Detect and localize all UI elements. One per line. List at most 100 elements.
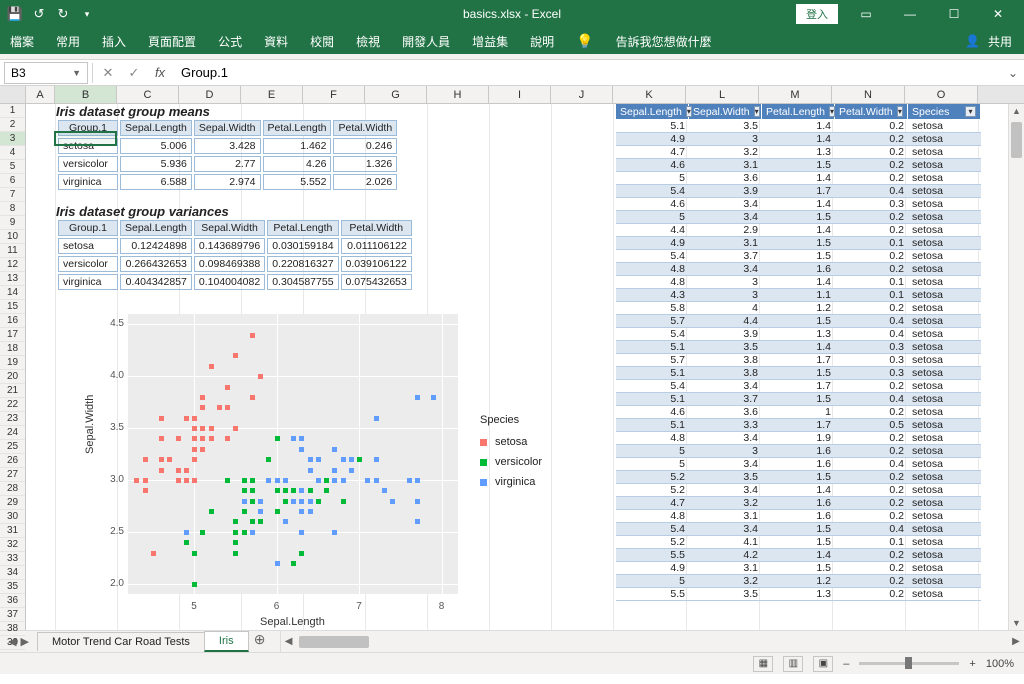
zoom-in-icon[interactable]: + [969, 658, 975, 670]
tab-developer[interactable]: 開發人員 [402, 33, 450, 50]
row-header[interactable]: 12 [0, 258, 25, 272]
row-header[interactable]: 19 [0, 356, 25, 370]
row-header[interactable]: 7 [0, 188, 25, 202]
row-header[interactable]: 8 [0, 202, 25, 216]
row-header[interactable]: 3 [0, 132, 25, 146]
scroll-up-icon[interactable]: ▲ [1009, 106, 1024, 116]
tab-page-layout[interactable]: 頁面配置 [148, 33, 196, 50]
scroll-left-icon[interactable]: ◀ [281, 636, 297, 647]
filter-header[interactable]: Sepal.Length▾ [616, 104, 689, 120]
worksheet[interactable]: ABCDEFGHIJKLMNO 123456789101112131415161… [0, 86, 1024, 652]
tell-me[interactable]: 告訴我您想做什麼 [616, 33, 712, 50]
row-header[interactable]: 9 [0, 216, 25, 230]
row-header[interactable]: 25 [0, 440, 25, 454]
column-header[interactable]: B [55, 86, 117, 103]
zoom-slider[interactable] [859, 662, 959, 665]
row-header[interactable]: 31 [0, 524, 25, 538]
column-header[interactable]: C [117, 86, 179, 103]
row-header[interactable]: 30 [0, 510, 25, 524]
add-sheet-button[interactable]: ⊕ [248, 631, 272, 652]
tab-view[interactable]: 檢視 [356, 33, 380, 50]
redo-icon[interactable]: ↻ [54, 5, 72, 23]
filter-header[interactable]: Species▾ [908, 104, 981, 120]
row-header[interactable]: 29 [0, 496, 25, 510]
column-header[interactable]: M [759, 86, 832, 103]
column-header[interactable]: L [686, 86, 759, 103]
row-header[interactable]: 33 [0, 552, 25, 566]
row-header[interactable]: 10 [0, 230, 25, 244]
row-header[interactable]: 21 [0, 384, 25, 398]
select-all-corner[interactable] [0, 86, 26, 103]
row-header[interactable]: 1 [0, 104, 25, 118]
column-header[interactable]: G [365, 86, 427, 103]
row-header[interactable]: 23 [0, 412, 25, 426]
sheet-tab[interactable]: Iris [204, 631, 249, 652]
row-header[interactable]: 32 [0, 538, 25, 552]
row-header[interactable]: 5 [0, 160, 25, 174]
column-header[interactable]: A [26, 86, 55, 103]
row-header[interactable]: 13 [0, 272, 25, 286]
cell-grid[interactable]: Iris dataset group means Group.1Sepal.Le… [26, 104, 1024, 630]
column-header[interactable]: J [551, 86, 613, 103]
scroll-right-icon[interactable]: ▶ [1008, 636, 1024, 647]
tab-review[interactable]: 校閱 [310, 33, 334, 50]
column-header[interactable]: O [905, 86, 978, 103]
sign-in-button[interactable]: 登入 [796, 4, 838, 24]
row-header[interactable]: 27 [0, 468, 25, 482]
fx-icon[interactable]: fx [151, 65, 169, 80]
scroll-down-icon[interactable]: ▼ [1009, 618, 1024, 628]
filter-dropdown-icon[interactable]: ▾ [754, 106, 760, 117]
chevron-down-icon[interactable]: ▼ [72, 68, 81, 78]
column-header[interactable]: D [179, 86, 241, 103]
horizontal-scrollbar[interactable]: ◀ ▶ [280, 631, 1024, 652]
tab-data[interactable]: 資料 [264, 33, 288, 50]
row-header[interactable]: 17 [0, 328, 25, 342]
row-header[interactable]: 20 [0, 370, 25, 384]
qat-customize-icon[interactable]: ▾ [78, 5, 96, 23]
column-header[interactable]: I [489, 86, 551, 103]
zoom-out-icon[interactable]: – [843, 658, 849, 670]
row-header[interactable]: 14 [0, 286, 25, 300]
filter-dropdown-icon[interactable]: ▾ [897, 106, 903, 117]
column-header[interactable]: N [832, 86, 905, 103]
row-header[interactable]: 35 [0, 580, 25, 594]
minimize-icon[interactable]: — [888, 0, 932, 28]
page-layout-view-icon[interactable]: ▥ [783, 656, 803, 672]
tab-help[interactable]: 說明 [530, 33, 554, 50]
row-header[interactable]: 36 [0, 594, 25, 608]
row-header[interactable]: 34 [0, 566, 25, 580]
zoom-level[interactable]: 100% [986, 658, 1014, 670]
tab-home[interactable]: 常用 [56, 33, 80, 50]
name-box[interactable]: B3 ▼ [4, 62, 88, 84]
row-header[interactable]: 37 [0, 608, 25, 622]
scatter-chart[interactable]: Sepal.Width Sepal.Length Species setosav… [80, 304, 500, 624]
iris-data-table[interactable]: Sepal.Length▾Sepal.Width▾Petal.Length▾Pe… [616, 104, 981, 601]
close-icon[interactable]: ✕ [976, 0, 1020, 28]
column-header[interactable]: H [427, 86, 489, 103]
enter-icon[interactable]: ✓ [125, 65, 143, 81]
ribbon-display-icon[interactable]: ▭ [844, 0, 888, 28]
vertical-scrollbar[interactable]: ▲ ▼ [1008, 104, 1024, 630]
formula-input[interactable]: Group.1 [169, 65, 1002, 80]
column-header[interactable]: E [241, 86, 303, 103]
filter-header[interactable]: Petal.Length▾ [762, 104, 835, 120]
row-header[interactable]: 18 [0, 342, 25, 356]
row-header[interactable]: 4 [0, 146, 25, 160]
row-header[interactable]: 6 [0, 174, 25, 188]
row-header[interactable]: 2 [0, 118, 25, 132]
zoom-handle[interactable] [905, 657, 912, 669]
row-header[interactable]: 11 [0, 244, 25, 258]
filter-header[interactable]: Petal.Width▾ [835, 104, 908, 120]
tab-file[interactable]: 檔案 [10, 33, 34, 50]
column-header[interactable]: K [613, 86, 686, 103]
expand-formula-bar-icon[interactable]: ⌄ [1002, 66, 1024, 80]
undo-icon[interactable]: ↺ [30, 5, 48, 23]
row-header[interactable]: 22 [0, 398, 25, 412]
cancel-icon[interactable]: ✕ [99, 65, 117, 81]
share-button[interactable]: 共用 [988, 33, 1012, 50]
sheet-nav-next-icon[interactable]: ▶ [20, 635, 28, 648]
lightbulb-icon[interactable]: 💡 [576, 33, 593, 50]
column-header[interactable]: F [303, 86, 365, 103]
vscroll-thumb[interactable] [1011, 122, 1022, 158]
row-header[interactable]: 16 [0, 314, 25, 328]
